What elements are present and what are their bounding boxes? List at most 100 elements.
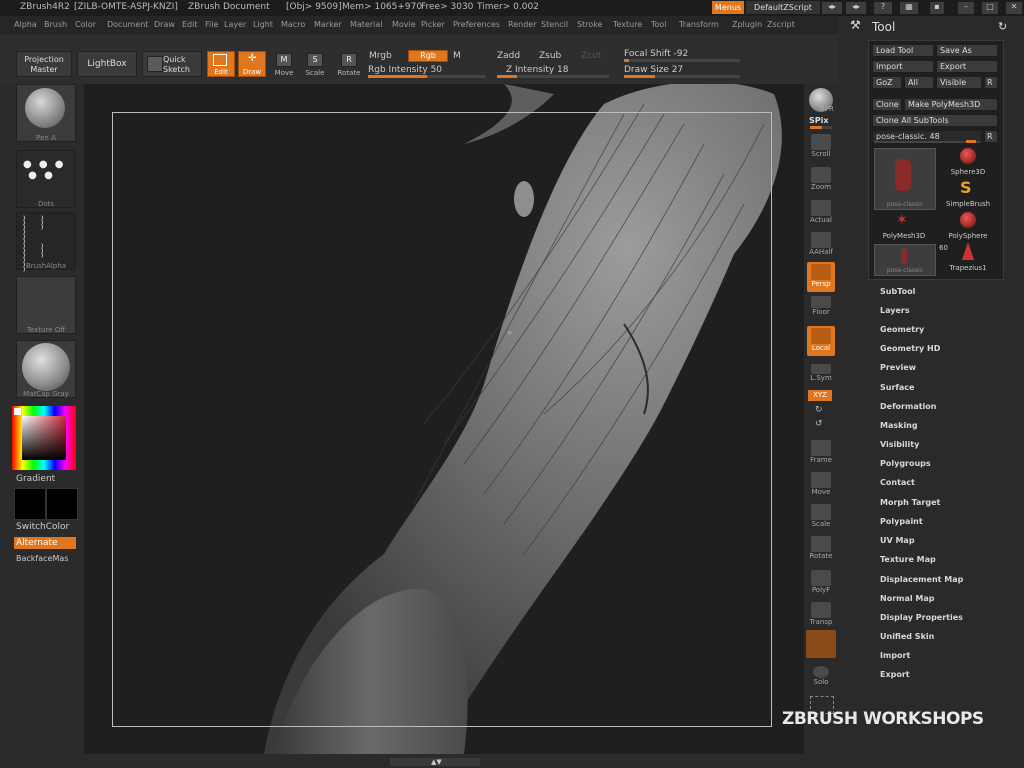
menu-document[interactable]: Document [107,20,148,29]
visible-button[interactable]: Visible [936,76,982,89]
menu-edit[interactable]: Edit [182,20,198,29]
material-thumbnail[interactable]: MatCap Gray [16,340,76,398]
alternate-button[interactable]: Alternate [14,537,76,549]
section-displacement-map[interactable]: Displacement Map [880,575,963,584]
scroll-button[interactable]: Scroll [807,132,835,162]
section-export[interactable]: Export [880,670,910,679]
sphere3d-icon[interactable] [960,148,976,164]
polymesh3d-label[interactable]: PolyMesh3D [874,232,934,240]
section-geometry-hd[interactable]: Geometry HD [880,344,940,353]
aahalf-button[interactable]: AAHalf [807,230,835,260]
color-picker[interactable] [12,406,76,470]
simplebrush-label[interactable]: SimpleBrush [938,200,998,208]
menu-stencil[interactable]: Stencil [541,20,568,29]
menu-zscript[interactable]: Zscript [767,20,795,29]
menu-color[interactable]: Color [75,20,96,29]
switchcolor-button[interactable]: SwitchColor [16,522,69,532]
brush-thumbnail[interactable]: Pen A [16,84,76,142]
scroll-left-icon[interactable]: ◂▸ [822,2,842,14]
clone-all-subtools-button[interactable]: Clone All SubTools [872,114,998,127]
scale-button[interactable]: S Scale [303,51,327,79]
menu-marker[interactable]: Marker [314,20,342,29]
ghost-button[interactable] [806,630,836,658]
polysphere-icon[interactable] [960,212,976,228]
zsub-button[interactable]: Zsub [539,51,561,61]
menu-tool[interactable]: Tool [651,20,667,29]
section-geometry[interactable]: Geometry [880,325,924,334]
polysphere-label[interactable]: PolySphere [938,232,998,240]
section-surface[interactable]: Surface [880,383,914,392]
solo-button[interactable]: Solo [807,664,835,694]
load-tool-button[interactable]: Load Tool [872,44,934,57]
rotate-y-icon[interactable]: ↻ [815,405,823,415]
section-masking[interactable]: Masking [880,421,918,430]
section-visibility[interactable]: Visibility [880,440,919,449]
r-button[interactable]: R [984,76,998,89]
canvas-scroll-arrows-icon[interactable]: ▲▼ [431,758,442,766]
focal-shift-slider[interactable] [624,59,740,62]
clone-button[interactable]: Clone [872,98,902,111]
m-button[interactable]: M [453,51,461,61]
spix-slider[interactable] [810,126,832,129]
menu-file[interactable]: File [205,20,218,29]
alpha-thumbnail[interactable]: ︴︴︴ ︴︴︴ BrushAlpha [16,212,76,273]
simplebrush-icon[interactable]: S [960,180,972,196]
sphere3d-label[interactable]: Sphere3D [938,168,998,176]
menu-transform[interactable]: Transform [679,20,719,29]
section-import[interactable]: Import [880,651,910,660]
menu-light[interactable]: Light [253,20,273,29]
save-as-button[interactable]: Save As [936,44,998,57]
section-contact[interactable]: Contact [880,478,915,487]
menu-texture[interactable]: Texture [613,20,642,29]
make-polymesh-button[interactable]: Make PolyMesh3D [904,98,998,111]
projection-master-button[interactable]: Projection Master [16,51,72,77]
main-color-swatch[interactable] [14,488,46,520]
gradient-label[interactable]: Gradient [16,474,55,484]
lsym-button[interactable]: L.Sym [807,362,835,392]
help-icon[interactable]: ? [874,2,892,14]
actual-button[interactable]: Actual [807,198,835,228]
minimize-icon[interactable]: – [958,2,974,14]
goz-button[interactable]: GoZ [872,76,902,89]
tool-panel-title[interactable]: Tool [872,20,895,34]
default-zscript-button[interactable]: DefaultZScript [746,1,820,14]
texture-thumbnail[interactable]: Texture Off [16,276,76,334]
section-subtool[interactable]: SubTool [880,287,915,296]
persp-button[interactable]: Persp [807,262,835,292]
mrgb-button[interactable]: Mrgb [369,51,392,61]
zoom-button[interactable]: Zoom [807,165,835,195]
scale-view-button[interactable]: Scale [807,502,835,532]
all-button[interactable]: All [904,76,934,89]
z-intensity-slider[interactable] [497,75,609,78]
floor-button[interactable]: Floor [807,294,835,324]
section-polygroups[interactable]: Polygroups [880,459,931,468]
stroke-thumbnail[interactable]: ● ● ● ● ● Dots [16,150,76,208]
section-uv-map[interactable]: UV Map [880,536,915,545]
frame-button[interactable]: Frame [807,438,835,468]
refresh-icon[interactable]: ↻ [998,20,1007,33]
menu-movie[interactable]: Movie [392,20,416,29]
section-layers[interactable]: Layers [880,306,910,315]
section-morph-target[interactable]: Morph Target [880,498,940,507]
xyz-button[interactable]: XYZ [808,390,832,401]
section-texture-map[interactable]: Texture Map [880,555,936,564]
menu-picker[interactable]: Picker [421,20,445,29]
close-icon[interactable]: ✕ [1006,2,1022,14]
import-button[interactable]: Import [872,60,934,73]
menu-preferences[interactable]: Preferences [453,20,500,29]
menu-render[interactable]: Render [508,20,536,29]
subtool-thumbnail[interactable]: pose-classic [874,244,936,276]
polyf-button[interactable]: PolyF [807,568,835,598]
r-button-2[interactable]: R [984,130,998,143]
menu-macro[interactable]: Macro [281,20,305,29]
polymesh3d-icon[interactable]: ✶ [896,212,908,228]
move-button[interactable]: M Move [272,51,296,79]
section-polypaint[interactable]: Polypaint [880,517,923,526]
backface-mask-button[interactable]: BackfaceMas [16,554,68,563]
current-tool-thumbnail[interactable]: pose-classic [874,148,936,210]
layout-icon[interactable]: ▦ [900,2,918,14]
rotate-z-icon[interactable]: ↺ [815,419,823,429]
draw-size-slider[interactable] [624,75,740,78]
rotate-view-button[interactable]: Rotate [807,534,835,564]
rgb-button[interactable]: Rgb [408,50,448,62]
